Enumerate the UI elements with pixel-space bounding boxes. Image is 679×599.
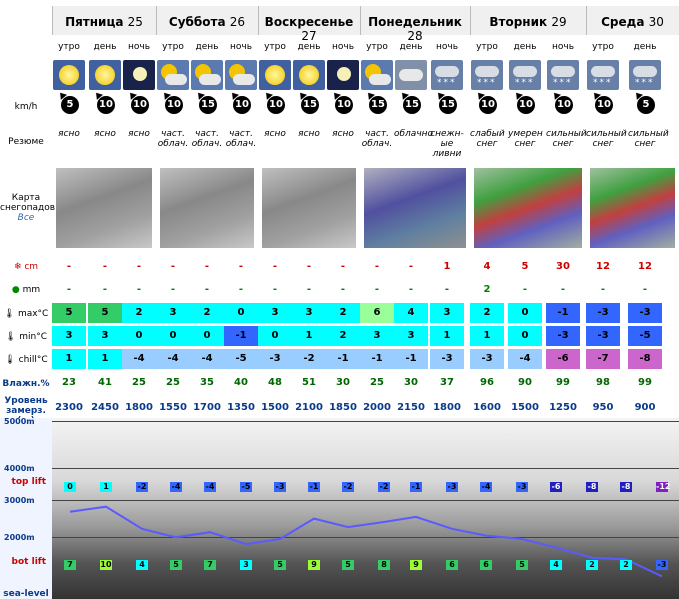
top-lift-temp: 0 xyxy=(64,482,76,492)
bot-lift-temp: 9 xyxy=(308,560,320,570)
top-lift-temp: -4 xyxy=(170,482,182,492)
bot-lift-temp: 4 xyxy=(136,560,148,570)
bot-lift-temp: 8 xyxy=(378,560,390,570)
top-lift-temp: -8 xyxy=(620,482,632,492)
top-lift-temp: -6 xyxy=(550,482,562,492)
bot-lift-temp: 5 xyxy=(342,560,354,570)
bot-lift-temp: 7 xyxy=(64,560,76,570)
top-lift-temp: -2 xyxy=(136,482,148,492)
bot-lift-temp: 5 xyxy=(170,560,182,570)
top-lift-temp: -8 xyxy=(586,482,598,492)
bot-lift-temp: 3 xyxy=(240,560,252,570)
top-lift-temp: -2 xyxy=(378,482,390,492)
bot-lift-temp: -3 xyxy=(656,560,668,570)
bot-lift-temp: 10 xyxy=(100,560,112,570)
bot-lift-temp: 2 xyxy=(586,560,598,570)
bot-lift-temp: 5 xyxy=(516,560,528,570)
top-lift-temp: 1 xyxy=(100,482,112,492)
bot-lift-temp: 6 xyxy=(446,560,458,570)
bot-lift-temp: 5 xyxy=(274,560,286,570)
top-lift-temp: -3 xyxy=(446,482,458,492)
top-lift-temp: -4 xyxy=(480,482,492,492)
top-lift-temp: -4 xyxy=(204,482,216,492)
top-lift-temp: -12 xyxy=(656,482,671,492)
bot-lift-temp: 6 xyxy=(480,560,492,570)
top-lift-temp: -1 xyxy=(410,482,422,492)
top-lift-temp: -2 xyxy=(342,482,354,492)
top-lift-temp: -3 xyxy=(516,482,528,492)
top-lift-temp: -3 xyxy=(274,482,286,492)
bot-lift-temp: 9 xyxy=(410,560,422,570)
top-lift-temp: -1 xyxy=(308,482,320,492)
bot-lift-temp: 7 xyxy=(204,560,216,570)
bot-lift-temp: 4 xyxy=(550,560,562,570)
freezing-level-line xyxy=(69,505,663,578)
bot-lift-temp: 2 xyxy=(620,560,632,570)
top-lift-temp: -5 xyxy=(240,482,252,492)
